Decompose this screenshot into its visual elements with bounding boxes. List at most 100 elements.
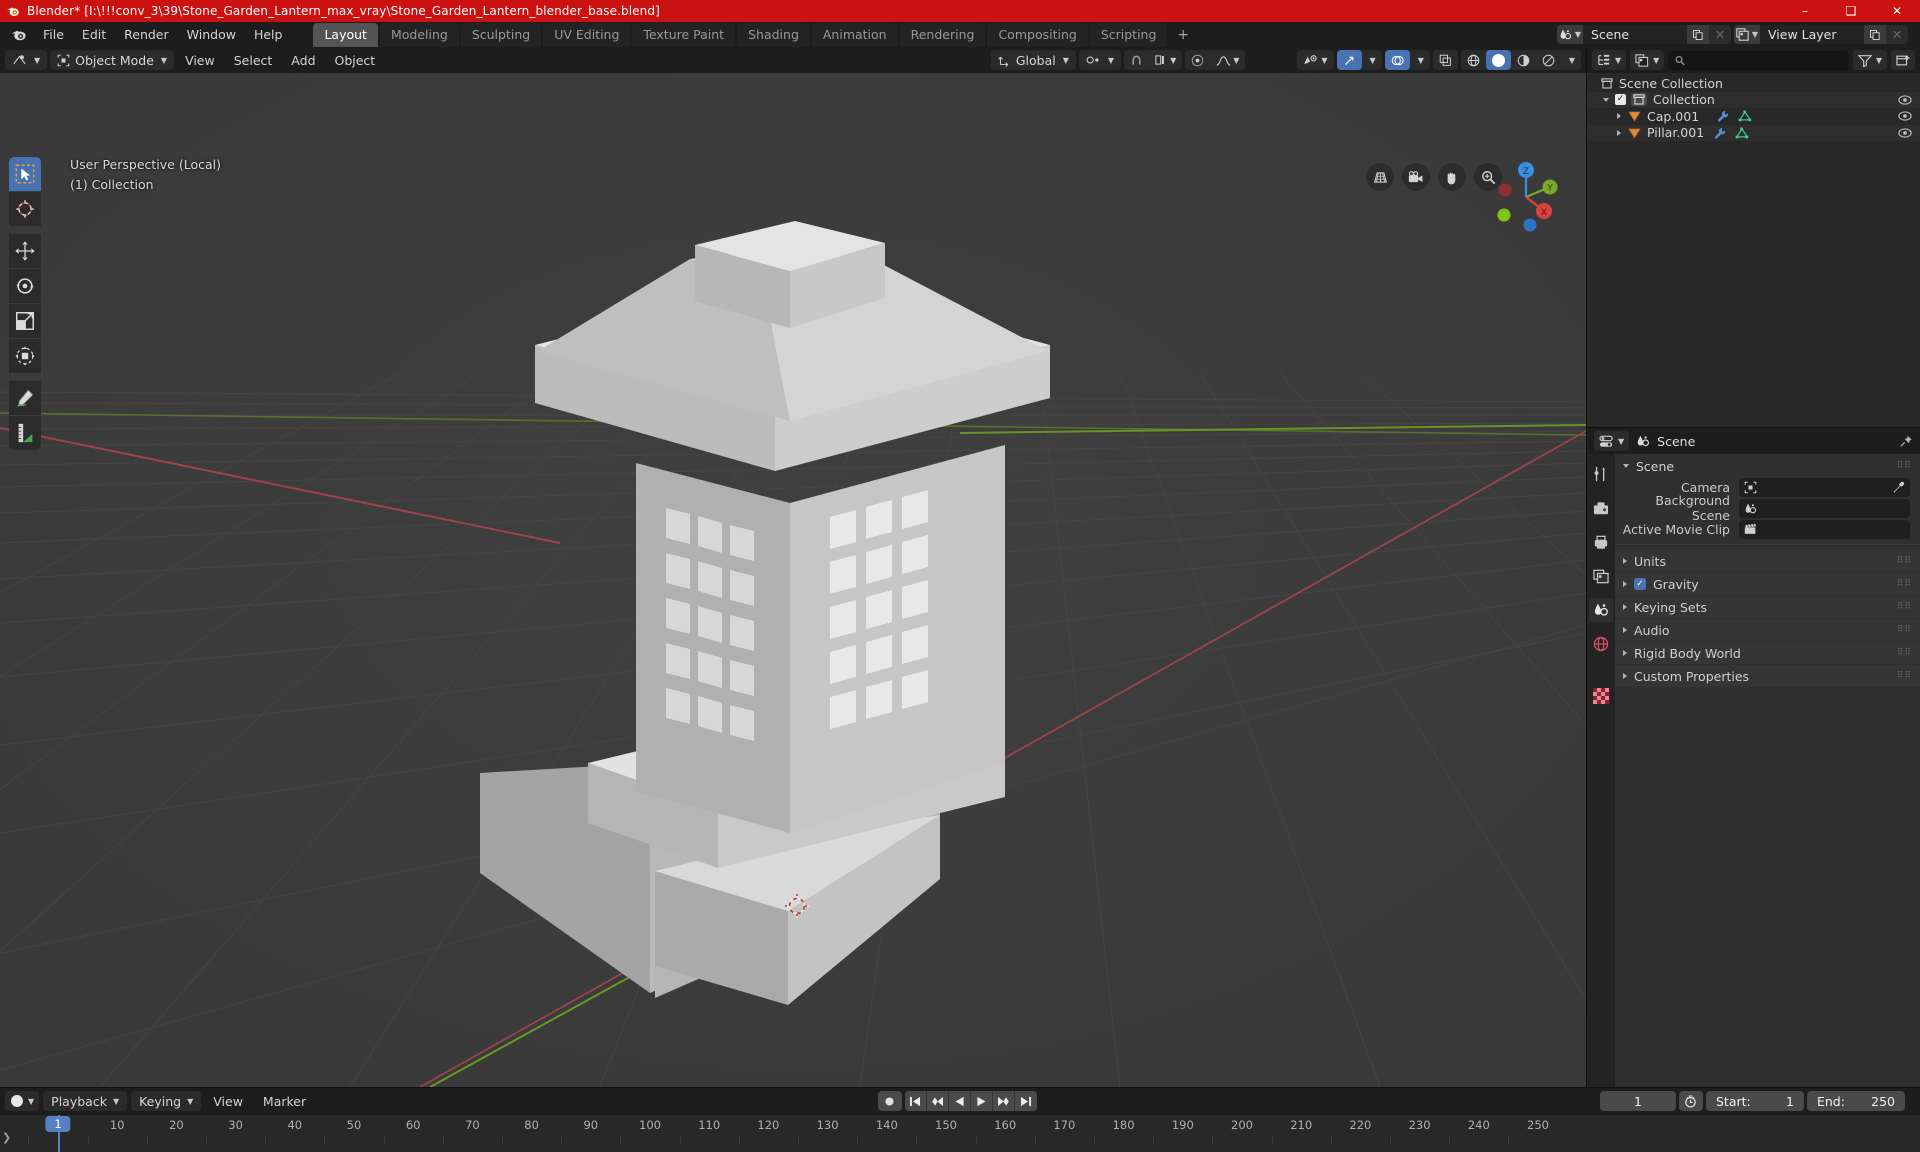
falloff-type-selector[interactable]: ▼ (1210, 50, 1245, 70)
wireframe-shading-icon[interactable] (1461, 50, 1486, 70)
timeline-menu-marker[interactable]: Marker (255, 1092, 314, 1111)
properties-section-keying-sets[interactable]: Keying Sets ⠿⠿ (1615, 596, 1920, 618)
new-collection-button[interactable] (1891, 50, 1915, 70)
3d-viewport[interactable]: User Perspective (Local) (1) Collection (0, 73, 1586, 1087)
visibility-eye-icon[interactable] (1898, 111, 1912, 121)
visibility-selector[interactable]: ▼ (1297, 50, 1334, 70)
mesh-data-icon[interactable] (1738, 110, 1752, 122)
menu-render[interactable]: Render (115, 24, 178, 45)
disclosure-triangle-icon[interactable] (1617, 129, 1621, 136)
viewport-menu-view[interactable]: View (177, 51, 223, 70)
pin-icon[interactable] (1899, 434, 1913, 448)
workspace-tab-layout[interactable]: Layout (313, 22, 378, 47)
solid-shading-icon[interactable] (1485, 50, 1511, 70)
navigation-gizmo[interactable]: Z Y X (1488, 159, 1564, 235)
properties-tab-texture[interactable] (1589, 684, 1613, 708)
play-reverse-icon[interactable] (948, 1091, 971, 1111)
visibility-eye-icon[interactable] (1898, 95, 1912, 105)
snap-magnet-icon[interactable] (1124, 50, 1149, 70)
annotate-tool[interactable] (9, 381, 41, 415)
disclosure-triangle-icon[interactable] (1623, 558, 1627, 564)
properties-section-units[interactable]: Units ⠿⠿ (1615, 550, 1920, 572)
view-layer-selector[interactable]: ▼ View Layer ✕ (1734, 25, 1908, 44)
modifier-icon[interactable] (1714, 127, 1727, 139)
show-overlays-icon[interactable] (1384, 50, 1410, 70)
scene-selector[interactable]: ▼ Scene ✕ (1557, 25, 1731, 44)
timeline-menu-keying[interactable]: Keying ▼ (131, 1091, 202, 1111)
move-tool[interactable] (9, 234, 41, 268)
properties-tab-tool[interactable] (1589, 462, 1613, 486)
properties-section-audio[interactable]: Audio ⠿⠿ (1615, 619, 1920, 641)
cursor-tool[interactable] (9, 192, 41, 226)
prev-keyframe-icon[interactable] (926, 1091, 949, 1111)
disclosure-triangle-icon[interactable] (1623, 464, 1629, 468)
object-visibility-icon[interactable]: ▼ (1297, 50, 1333, 70)
mesh-data-icon[interactable] (1735, 127, 1749, 139)
rotate-tool[interactable] (9, 269, 41, 303)
start-frame-field[interactable]: Start: 1 (1705, 1091, 1804, 1111)
disclosure-triangle-icon[interactable] (1603, 97, 1609, 102)
timeline-ruler[interactable]: ❯ 1 10 20 30 40 50 60 70 80 90 100 110 120 130 140 150… (0, 1114, 1920, 1152)
viewport-menu-select[interactable]: Select (226, 51, 281, 70)
rendered-shading-icon[interactable] (1536, 50, 1561, 70)
snap-target-selector[interactable]: ▼ (1149, 50, 1182, 70)
workspace-tab-animation[interactable]: Animation (811, 22, 898, 47)
snapping-controls[interactable]: ▼ (1124, 50, 1183, 70)
transform-orientation-selector[interactable]: Global ▼ (990, 50, 1076, 70)
outliner-row-collection[interactable]: ✓ Collection (1587, 91, 1920, 108)
outliner-tree[interactable]: Scene Collection ✓ Collection Cap.001 Pi… (1587, 73, 1920, 427)
properties-tab-scene[interactable] (1589, 598, 1613, 622)
window-controls[interactable]: – ❑ ✕ (1782, 0, 1920, 22)
properties-tab-world[interactable] (1589, 632, 1613, 656)
pivot-point-selector[interactable]: ▼ (1078, 50, 1122, 70)
properties-editor-type-selector[interactable]: ▼ (1594, 431, 1630, 451)
overlay-options-chevron-icon[interactable]: ▼ (1410, 50, 1430, 70)
menu-file[interactable]: File (34, 24, 73, 45)
outliner-editor-type-selector[interactable]: ▼ (1592, 50, 1627, 70)
workspace-tab-shading[interactable]: Shading (737, 22, 810, 47)
background-scene-field[interactable] (1739, 498, 1910, 518)
editor-type-selector[interactable]: ▼ (5, 50, 48, 70)
eyedropper-icon[interactable] (1892, 481, 1905, 494)
new-view-layer-button[interactable] (1864, 25, 1886, 44)
blender-menu-icon[interactable] (8, 26, 28, 44)
gizmo-controls[interactable]: ▼ (1336, 50, 1382, 70)
sidebar-toggle-icon[interactable]: ❯ (2, 1131, 11, 1144)
disclosure-triangle-icon[interactable] (1623, 650, 1627, 656)
jump-end-icon[interactable] (1014, 1091, 1037, 1111)
menu-help[interactable]: Help (245, 24, 292, 45)
add-workspace-button[interactable]: + (1169, 24, 1197, 46)
active-movie-clip-field[interactable] (1739, 519, 1910, 539)
auto-keying-icon[interactable] (877, 1091, 902, 1111)
collection-checkbox[interactable]: ✓ (1615, 94, 1626, 106)
camera-field[interactable] (1739, 477, 1910, 497)
workspace-tab-modeling[interactable]: Modeling (379, 22, 459, 47)
current-frame-field[interactable]: 1 (1599, 1091, 1676, 1111)
workspace-tab-rendering[interactable]: Rendering (899, 22, 986, 47)
measure-tool[interactable] (9, 416, 41, 450)
gravity-checkbox[interactable]: ✓ (1634, 578, 1646, 590)
properties-tab-render[interactable] (1589, 496, 1613, 520)
use-preview-range-icon[interactable] (1678, 1091, 1703, 1111)
material-preview-shading-icon[interactable] (1511, 50, 1536, 70)
xray-toggle[interactable] (1432, 50, 1458, 70)
transform-tool[interactable] (9, 339, 41, 373)
disclosure-triangle-icon[interactable] (1617, 113, 1621, 120)
select-box-tool[interactable] (9, 157, 41, 191)
unlink-scene-button[interactable]: ✕ (1709, 25, 1731, 44)
disclosure-triangle-icon[interactable] (1623, 627, 1627, 633)
outliner-row-cap001[interactable]: Cap.001 (1587, 108, 1920, 125)
overlay-controls[interactable]: ▼ (1384, 50, 1430, 70)
disclosure-triangle-icon[interactable] (1623, 673, 1627, 679)
end-frame-field[interactable]: End: 250 (1806, 1091, 1905, 1111)
minimize-button[interactable]: – (1782, 0, 1828, 22)
modifier-icon[interactable] (1717, 110, 1730, 122)
shading-mode-selector[interactable]: ▼ (1460, 50, 1581, 70)
show-gizmo-icon[interactable] (1336, 50, 1362, 70)
viewport-menu-object[interactable]: Object (327, 51, 384, 70)
outliner-row-pillar001[interactable]: Pillar.001 (1587, 124, 1920, 141)
close-button[interactable]: ✕ (1874, 0, 1920, 22)
workspace-tab-compositing[interactable]: Compositing (987, 22, 1088, 47)
next-keyframe-icon[interactable] (992, 1091, 1015, 1111)
properties-section-custom-properties[interactable]: Custom Properties ⠿⠿ (1615, 665, 1920, 687)
